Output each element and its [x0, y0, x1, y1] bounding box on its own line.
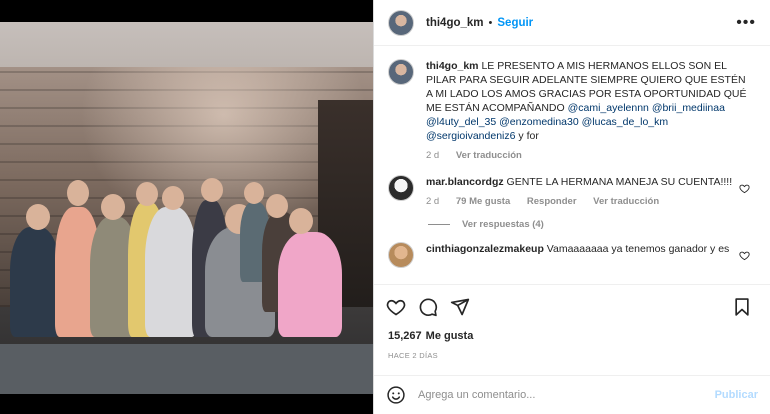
reply-button[interactable]: Responder [527, 196, 577, 207]
photo-person-head [244, 182, 264, 204]
separator-dot: • [488, 16, 493, 29]
photo-person-head [67, 180, 89, 206]
bookmark-icon[interactable] [732, 297, 752, 317]
comment-meta: 2 d 79 Me gusta Responder Ver traducción [426, 195, 748, 209]
comment-like-heart-icon[interactable] [739, 250, 750, 264]
emoji-icon[interactable] [386, 385, 406, 405]
caption-time: 2 d [426, 150, 440, 161]
photo-person-head [26, 204, 50, 230]
post-author-username[interactable]: thi4go_km [426, 17, 484, 29]
mention-link[interactable]: @enzomedina30 [499, 116, 579, 128]
post-actions-bar [374, 284, 770, 328]
comment-icon[interactable] [418, 297, 438, 317]
photo-person [10, 227, 60, 337]
photo-person-head [136, 182, 158, 206]
mention-link[interactable]: @brii_mediinaa [652, 102, 725, 114]
comment-text: GENTE LA HERMANA MANEJA SU CUENTA!!!! [506, 176, 733, 188]
post-media-panel [0, 0, 373, 414]
publish-button[interactable]: Publicar [715, 389, 758, 401]
comments-list[interactable]: thi4go_km LE PRESENTO A MIS HERMANOS ELL… [374, 46, 770, 284]
see-translation-button[interactable]: Ver traducción [593, 196, 659, 207]
likes-label: Me gusta [425, 330, 474, 342]
photo-person-head [101, 194, 125, 220]
comment-text: Vamaaaaaaa ya tenemos ganador y es [546, 243, 730, 255]
post-details-panel: thi4go_km • Seguir ••• thi4go_km LE PRES… [373, 0, 770, 414]
comment-time: 2 d [426, 196, 440, 207]
avatar[interactable] [388, 175, 414, 201]
follow-button[interactable]: Seguir [497, 17, 533, 29]
see-translation-button[interactable]: Ver traducción [456, 150, 522, 161]
comment-row: mar.blancordgz GENTE LA HERMANA MANEJA S… [388, 175, 756, 209]
comment-row: cinthiagonzalezmakeup Vamaaaaaaa ya tene… [388, 242, 756, 268]
mention-link[interactable]: @l4uty_del_35 [426, 116, 496, 128]
likes-number: 15,267 [388, 330, 422, 342]
caption-last-word: for [526, 130, 539, 142]
photo-person-head [266, 194, 288, 218]
avatar[interactable] [388, 9, 414, 36]
photo-person-head [289, 208, 313, 234]
caption-meta: 2 d Ver traducción [426, 149, 748, 163]
post-time-ago: HACE 2 DÍAS [388, 351, 438, 360]
mention-link[interactable]: @lucas_de_lo_km [582, 116, 669, 128]
send-icon[interactable] [450, 297, 470, 317]
view-replies-label: Ver respuestas (4) [462, 219, 544, 230]
replies-divider-line [428, 224, 450, 225]
comment-likes[interactable]: 79 Me gusta [456, 196, 510, 207]
post-header: thi4go_km • Seguir ••• [374, 0, 770, 46]
mention-link[interactable]: @sergioivandeniz6 [426, 130, 515, 142]
photo-person [278, 232, 342, 337]
photo-person-head [201, 178, 223, 202]
avatar[interactable] [388, 59, 414, 85]
more-options-icon[interactable]: ••• [736, 14, 756, 32]
add-comment-bar: Publicar [374, 375, 770, 414]
caption-joiner: y [518, 130, 524, 142]
photo-person-head [162, 186, 184, 210]
photo-bottom-band [0, 344, 373, 394]
caption-username[interactable]: thi4go_km [426, 60, 479, 72]
mention-link[interactable]: @cami_ayelennn [568, 102, 649, 114]
caption-row: thi4go_km LE PRESENTO A MIS HERMANOS ELL… [388, 59, 756, 163]
comment-input[interactable] [418, 389, 698, 401]
comment-like-heart-icon[interactable] [739, 183, 750, 197]
avatar[interactable] [388, 242, 414, 268]
comment-username[interactable]: cinthiagonzalezmakeup [426, 243, 544, 255]
likes-count[interactable]: 15,267 Me gusta [388, 330, 473, 342]
comment-username[interactable]: mar.blancordgz [426, 176, 504, 188]
post-photo[interactable] [0, 22, 373, 394]
heart-icon[interactable] [386, 297, 406, 317]
photo-person [145, 207, 197, 337]
view-replies-button[interactable]: Ver respuestas (4) [428, 219, 756, 230]
